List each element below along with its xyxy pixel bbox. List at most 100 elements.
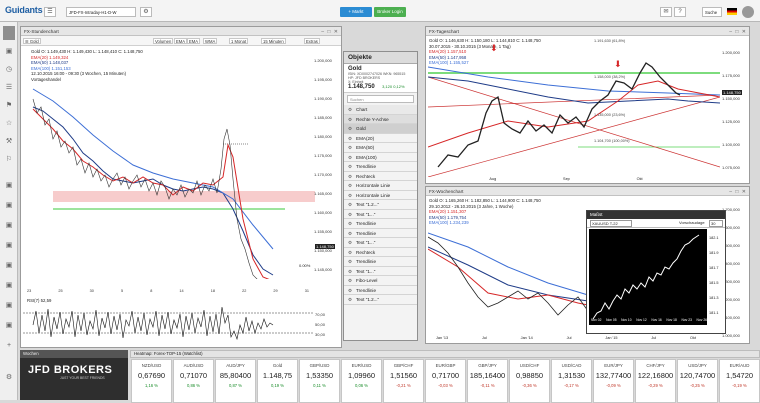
bell-icon[interactable]: ⚑ (4, 102, 14, 110)
add-icon[interactable]: + (4, 342, 14, 350)
bell-icon[interactable]: ✉ (660, 7, 672, 17)
quote-change: -0,29 % (648, 383, 663, 388)
object-item[interactable]: Text "1..." (344, 267, 417, 276)
object-item[interactable]: Trendlinie (344, 286, 417, 295)
quote-tile[interactable]: EUR/AUD 1,54720 -0,19 % (719, 359, 760, 403)
quote-tile[interactable]: USD/CAD 1,31530 -0,17 % (551, 359, 592, 403)
layout-name-field[interactable]: JFD-FX-Intraday-H1-D-W (66, 7, 136, 17)
object-item[interactable]: Trendlinie (344, 257, 417, 267)
quote-tile[interactable]: EUR/GBP 0,71700 -0,03 % (425, 359, 466, 403)
star-icon[interactable]: ☆ (4, 120, 14, 128)
object-item[interactable]: Text "1.2..." (344, 295, 417, 305)
quote-tile[interactable]: CHF/JPY 122,16800 -0,29 % (635, 359, 676, 403)
hourly-chart-panel: FX-Stundenchart – □ ✕ ☰ Gold Volumen EMA … (20, 26, 342, 348)
rsi-chart[interactable] (23, 303, 315, 343)
window-controls[interactable]: – □ ✕ (321, 28, 339, 35)
flag-icon[interactable]: ⚐ (4, 156, 14, 164)
object-item[interactable]: Rechteck (344, 248, 417, 257)
object-item[interactable]: Horizontale Linie (344, 191, 417, 200)
object-item[interactable]: Gold (344, 124, 417, 134)
gear-icon[interactable]: ⚙ (4, 374, 14, 382)
object-item[interactable]: Trendlinie (344, 229, 417, 238)
object-item[interactable]: Trendlinie (344, 219, 417, 229)
object-item[interactable]: EMA(100) (344, 153, 417, 162)
quote-tile[interactable]: EUR/USD 1,09960 0,06 % (341, 359, 382, 403)
object-item[interactable]: Text "1.2..." (344, 200, 417, 210)
objects-search[interactable]: Suchen (347, 95, 414, 103)
object-item[interactable]: EMA(50) (344, 143, 417, 153)
avatar[interactable] (742, 6, 754, 18)
flag-icon[interactable] (727, 8, 737, 15)
watch-tab[interactable]: Wochen (20, 350, 128, 358)
tool-icon[interactable]: ⚒ (4, 138, 14, 146)
help-icon[interactable]: ? (674, 7, 686, 17)
monitor-icon[interactable]: ▣ (4, 322, 14, 330)
monitor-icon[interactable]: ▣ (4, 282, 14, 290)
popup-line (592, 234, 700, 320)
toolbar-ema-2[interactable]: EMA (187, 38, 201, 44)
quote-name: GBP/JPY (478, 363, 497, 368)
object-item[interactable]: Trendlinie (344, 162, 417, 172)
quote-tile[interactable]: AUD/USD 0,71070 0,86 % (173, 359, 214, 403)
quote-tile[interactable]: Gold 1.148,75 0,19 % (257, 359, 298, 403)
search-input[interactable]: Suche (702, 7, 722, 17)
quote-tile[interactable]: GBP/JPY 185,16400 -0,11 % (467, 359, 508, 403)
menu-icon[interactable]: ☰ (44, 7, 56, 17)
quote-tile[interactable]: GBP/CHF 1,51560 -0,21 % (383, 359, 424, 403)
toolbar-ema[interactable]: EMA (174, 38, 188, 44)
object-item[interactable]: Rechte Y-Achse (344, 114, 417, 124)
symbol-input[interactable]: ☰ Gold (23, 38, 41, 44)
object-item[interactable]: Text "1..." (344, 238, 417, 248)
monitor-icon[interactable]: ▣ (4, 182, 14, 190)
window-controls[interactable]: – □ ✕ (729, 188, 747, 195)
quote-tile[interactable]: GBP/USD 1,53350 0,11 % (299, 359, 340, 403)
y-tick: 1.155,000 (314, 229, 332, 234)
daily-price-chart[interactable]: ⬇ ⬇ (428, 37, 720, 177)
quote-tile[interactable]: USD/JPY 120,74700 -0,25 % (677, 359, 718, 403)
object-item[interactable]: Rechteck (344, 172, 417, 181)
top-bar: Guidants ☰ JFD-FX-Intraday-H1-D-W ⚙ + Ma… (0, 0, 760, 22)
popup-count-field[interactable]: 30 (709, 220, 723, 227)
monitor-icon[interactable]: ▣ (4, 302, 14, 310)
rsi-tick: 50,00 (315, 322, 326, 327)
toolbar-wma[interactable]: WMA (203, 38, 218, 44)
y-tick: 1.180,000 (314, 134, 332, 139)
ema100-line (32, 88, 274, 250)
chart-icon[interactable]: ▣ (4, 48, 14, 56)
arrow-icon: ⬇ (490, 44, 498, 54)
monitor-icon[interactable]: ▣ (4, 222, 14, 230)
broker-login-button[interactable]: Broker Login (374, 7, 406, 17)
quote-tile[interactable]: AUD/JPY 85,80400 0,87 % (215, 359, 256, 403)
object-item[interactable]: Chart (344, 105, 417, 115)
price-tag: 1.148,750 (722, 90, 742, 95)
object-item[interactable]: Horizontale Linie (344, 181, 417, 191)
settings-icon[interactable]: ⚙ (140, 7, 152, 17)
object-item[interactable]: Fibo-Level (344, 276, 417, 286)
quote-change: -0,21 % (396, 383, 411, 388)
monitor-icon[interactable]: ▣ (4, 262, 14, 270)
price-chart[interactable] (23, 49, 315, 279)
timespan-select[interactable]: 1 Monat (229, 38, 249, 44)
list-icon[interactable]: ☰ (4, 84, 14, 92)
quote-name: Gold (272, 363, 283, 368)
preview-popup[interactable]: Maßst XAUUSD T-22 Vorschaudage 30 182.1 1… (586, 210, 726, 334)
quote-tile[interactable]: NZD/USD 0,67690 1,16 % (131, 359, 172, 403)
popup-symbol-field[interactable]: XAUUSD T-22 (590, 220, 632, 227)
add-market-button[interactable]: + Markt (340, 7, 372, 17)
object-item[interactable]: Text "1..." (344, 210, 417, 219)
history-icon[interactable]: ◷ (4, 66, 14, 74)
user-avatar-icon[interactable] (3, 26, 15, 40)
quote-tile[interactable]: EUR/JPY 132,77400 -0,09 % (593, 359, 634, 403)
window-controls[interactable]: – □ ✕ (729, 28, 747, 35)
toolbar-volume[interactable]: Volumen (153, 38, 174, 44)
popup-xtick: Nov 26 (696, 318, 707, 322)
quote-tile[interactable]: USD/CHF 0,98850 -0,36 % (509, 359, 550, 403)
extras-menu[interactable]: Extras (304, 38, 320, 44)
quote-name: EUR/AUD (729, 363, 750, 368)
quote-name: GBP/CHF (393, 363, 414, 368)
popup-mode-label: Vorschaudage (679, 220, 705, 225)
object-item[interactable]: EMA(20) (344, 134, 417, 143)
interval-select[interactable]: 15 Minuten (261, 38, 286, 44)
monitor-icon[interactable]: ▣ (4, 242, 14, 250)
monitor-icon[interactable]: ▣ (4, 202, 14, 210)
